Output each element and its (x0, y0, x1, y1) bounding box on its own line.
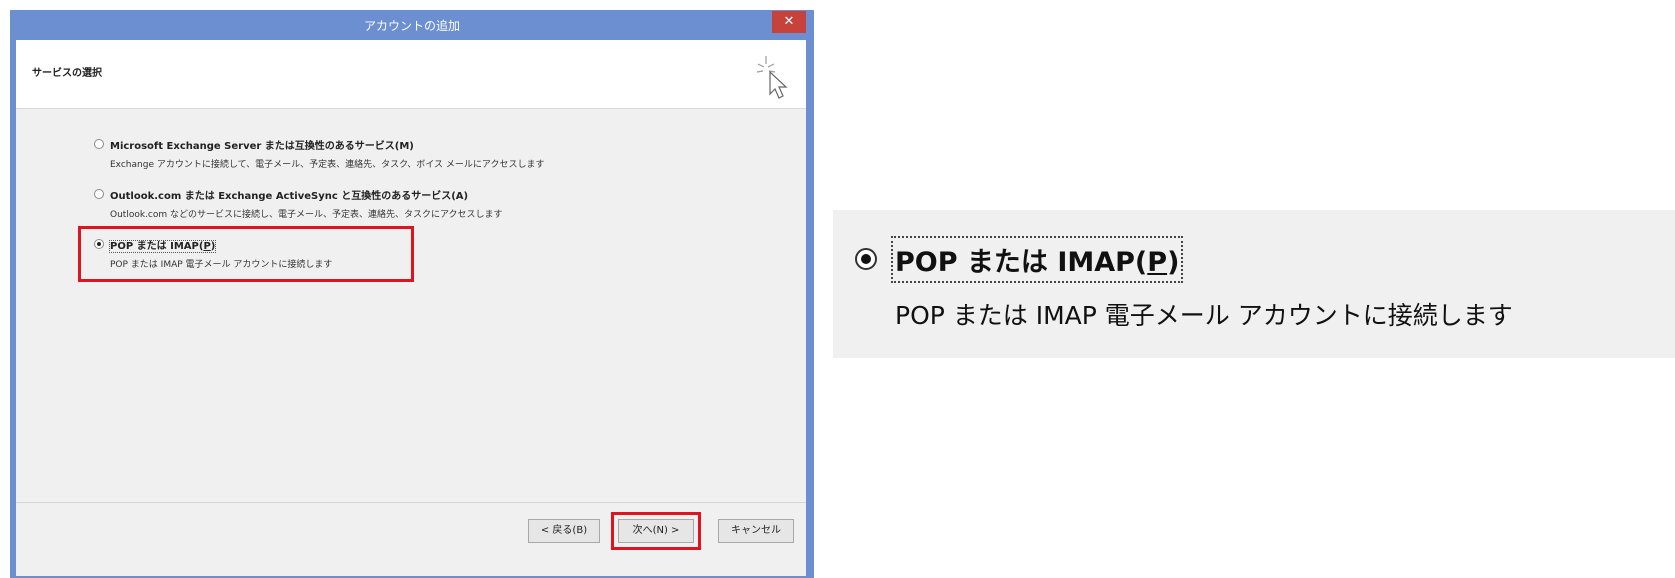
radio-exchange[interactable] (94, 139, 104, 149)
zoomed-option-pop-imap-description: POP または IMAP 電子メール アカウントに接続します (895, 301, 1513, 330)
zoomed-option-pop-imap: POP または IMAP(P) POP または IMAP 電子メール アカウント… (833, 210, 1675, 358)
back-button[interactable]: < 戻る(B) (528, 519, 600, 543)
title-bar[interactable]: アカウントの追加 ✕ (10, 10, 814, 40)
option-outlook-com-label[interactable]: Outlook.com または Exchange ActiveSync と互換性… (110, 187, 468, 202)
window-title: アカウントの追加 (363, 19, 460, 33)
wizard-cursor-sparkle-icon (756, 56, 788, 99)
option-exchange-label[interactable]: Microsoft Exchange Server または互換性のあるサービス(… (110, 137, 414, 152)
cancel-button[interactable]: キャンセル (718, 519, 794, 543)
header-band: サービスの選択 (16, 40, 806, 109)
account-add-dialog: アカウントの追加 ✕ サービスの選択 Microsoft Exchange Se… (10, 10, 814, 578)
zoomed-option-pop-imap-label[interactable]: POP または IMAP(P) (890, 236, 1184, 283)
page-title: サービスの選択 (32, 68, 102, 79)
footer-divider (16, 502, 806, 503)
radio-outlook-com[interactable] (94, 189, 104, 199)
highlight-box-next (611, 512, 701, 550)
option-exchange-description: Exchange アカウントに接続して、電子メール、予定表、連絡先、タスク、ボイ… (110, 160, 545, 170)
zoomed-radio-pop-imap[interactable] (855, 248, 877, 270)
dialog-client-area: サービスの選択 Microsoft Exchange Server または互換性… (16, 40, 806, 576)
close-button[interactable]: ✕ (772, 11, 806, 33)
option-outlook-com-description: Outlook.com などのサービスに接続し、電子メール、予定表、連絡先、タス… (110, 210, 503, 220)
highlight-box-pop-imap (78, 226, 414, 282)
